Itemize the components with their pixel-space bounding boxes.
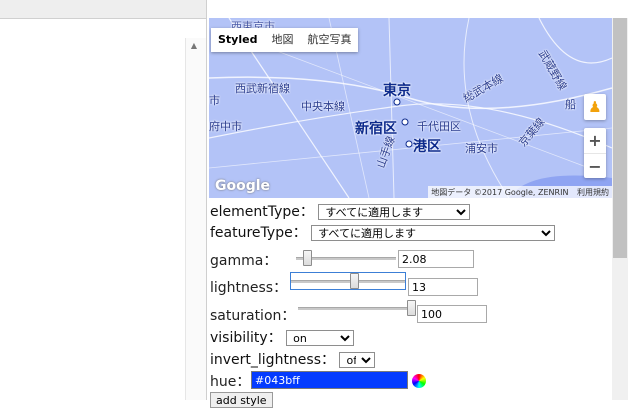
- feature-type-select[interactable]: すべてに適用します: [311, 225, 556, 241]
- add-style-button[interactable]: add style: [210, 392, 273, 408]
- zoom-out-button[interactable]: −: [584, 154, 606, 179]
- hue-input[interactable]: [251, 371, 408, 389]
- feature-type-row: featureType： すべてに適用します: [210, 222, 556, 242]
- hue-label: hue：: [210, 374, 251, 390]
- map-label: 千代田区: [417, 120, 461, 133]
- element-type-row: elementType： すべてに適用します: [210, 201, 471, 221]
- pegman-icon[interactable]: ♟: [584, 94, 606, 120]
- map-label: 東京: [383, 83, 411, 99]
- lightness-slider[interactable]: [290, 272, 406, 290]
- lightness-slider-thumb[interactable]: [350, 273, 359, 289]
- lightness-label: lightness：: [210, 280, 288, 296]
- map-type-satellite-button[interactable]: 航空写真: [300, 28, 358, 52]
- gamma-input[interactable]: [398, 250, 474, 268]
- visibility-label: visibility：: [210, 330, 282, 346]
- map-label: 市: [209, 94, 220, 107]
- left-toolbar: [0, 0, 206, 19]
- terms-link[interactable]: 利用規約: [577, 188, 609, 197]
- gamma-slider-thumb[interactable]: [303, 250, 312, 266]
- lightness-input[interactable]: [408, 278, 478, 296]
- scroll-up-arrow-icon[interactable]: ▲: [187, 40, 201, 52]
- left-scrollbar[interactable]: [185, 38, 206, 400]
- saturation-label: saturation：: [210, 308, 296, 324]
- google-logo: Google: [215, 178, 271, 194]
- gamma-label: gamma：: [210, 253, 278, 269]
- zoom-control: + −: [584, 128, 606, 178]
- page-scrollbar[interactable]: [612, 18, 628, 400]
- color-picker-icon[interactable]: [412, 374, 426, 388]
- map-label: 港区: [413, 139, 441, 155]
- saturation-input[interactable]: [417, 305, 487, 323]
- visibility-select[interactable]: on: [286, 330, 355, 346]
- left-pane: ▲: [0, 0, 207, 400]
- zoom-in-button[interactable]: +: [584, 128, 606, 154]
- map-label: 船: [565, 98, 576, 111]
- map-data-credit: 地図データ ©2017 Google, ZENRIN: [431, 188, 569, 197]
- map-label: 新宿区: [355, 121, 397, 137]
- scrollbar-thumb[interactable]: [613, 18, 627, 258]
- visibility-row: visibility： on: [210, 327, 355, 347]
- map-label: 西武新宿線: [235, 82, 290, 95]
- map-label: 浦安市: [465, 142, 498, 155]
- map-label: 府中市: [209, 120, 242, 133]
- map-attribution: 地図データ ©2017 Google, ZENRIN 利用規約: [428, 186, 612, 198]
- map-type-roadmap-button[interactable]: 地図: [264, 28, 300, 52]
- map-type-styled-button[interactable]: Styled: [211, 28, 264, 52]
- saturation-slider-thumb[interactable]: [407, 300, 416, 316]
- map-type-control: Styled 地図 航空写真: [211, 28, 359, 52]
- map-view[interactable]: 西東京市 西武新宿線 中央本線 東京 新宿区 千代田区 港区 山手線 府中市 市…: [209, 18, 612, 198]
- saturation-slider[interactable]: [298, 300, 416, 316]
- invert-lightness-select[interactable]: off: [339, 352, 376, 368]
- element-type-select[interactable]: すべてに適用します: [318, 204, 471, 220]
- gamma-slider[interactable]: [296, 250, 396, 266]
- invert-lightness-label: invert_lightness：: [210, 352, 336, 368]
- feature-type-label: featureType：: [210, 225, 307, 241]
- map-label: 中央本線: [301, 100, 345, 113]
- element-type-label: elementType：: [210, 204, 314, 220]
- invert-lightness-row: invert_lightness： off: [210, 349, 376, 369]
